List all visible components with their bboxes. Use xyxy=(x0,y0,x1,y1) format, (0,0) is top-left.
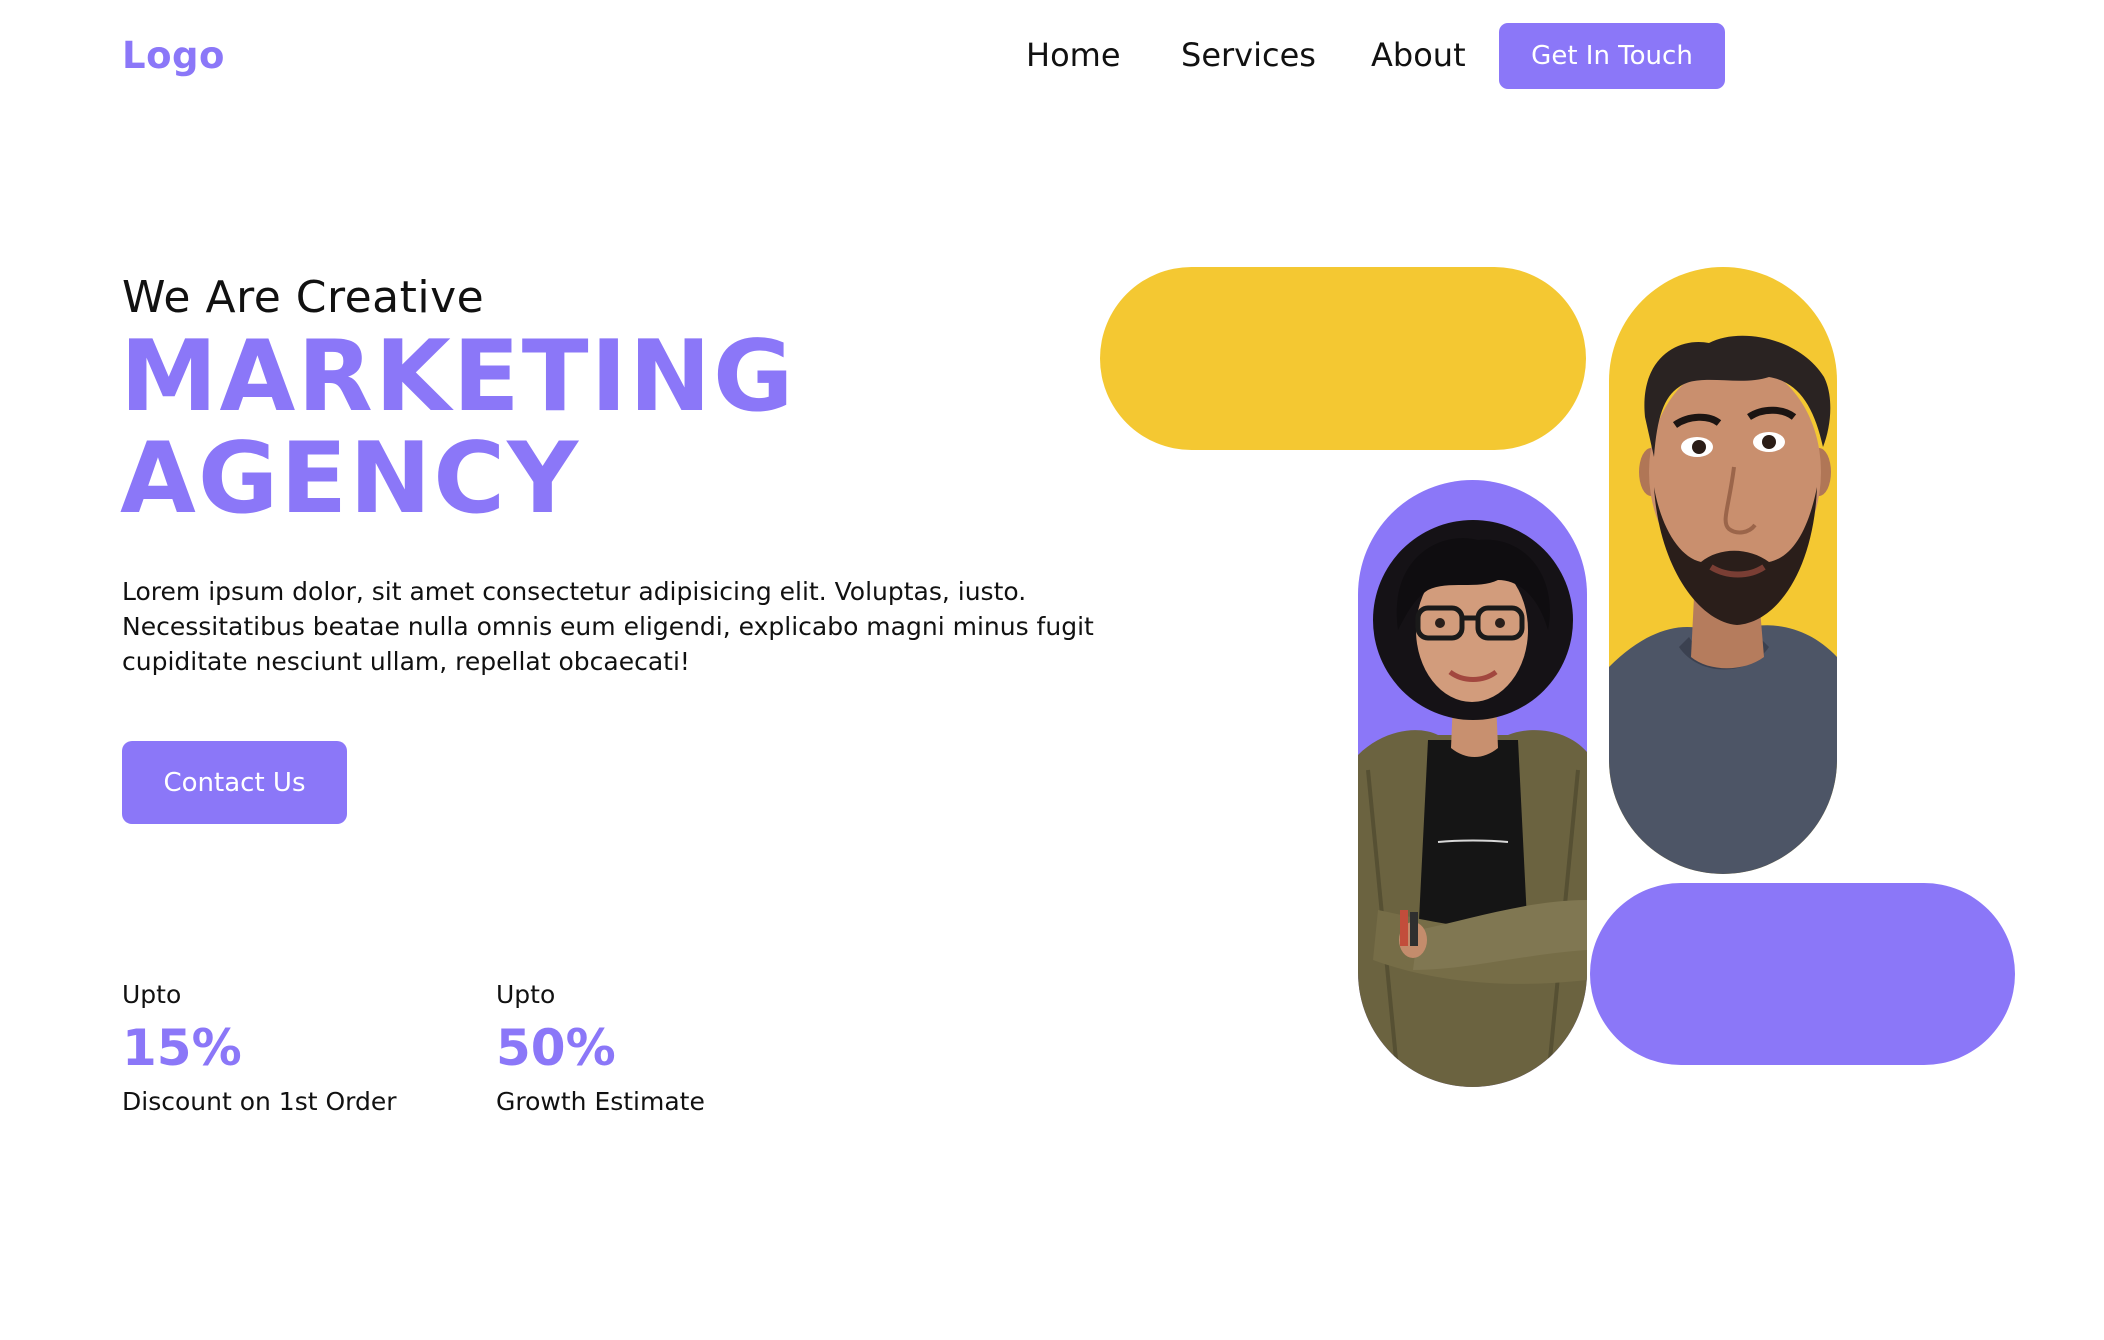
get-in-touch-button[interactable]: Get In Touch xyxy=(1499,23,1725,89)
woman-portrait-photo xyxy=(1358,520,1587,1087)
man-portrait-pill xyxy=(1609,267,1837,874)
stat-caption: Discount on 1st Order xyxy=(122,1087,397,1116)
stat-discount: Upto 15% Discount on 1st Order xyxy=(122,980,397,1116)
purple-horizontal-pill xyxy=(1590,883,2015,1065)
man-portrait-photo xyxy=(1609,335,1837,874)
landing-page: Logo Home Services About Get In Touch We… xyxy=(0,0,2104,1340)
nav-link-services[interactable]: Services xyxy=(1181,36,1316,74)
stat-prefix: Upto xyxy=(122,980,182,1009)
hero-intro: Lorem ipsum dolor, sit amet consectetur … xyxy=(122,577,1094,676)
yellow-horizontal-pill xyxy=(1100,267,1586,450)
nav-link-home[interactable]: Home xyxy=(1026,36,1121,74)
stat-growth: Upto 50% Growth Estimate xyxy=(496,980,705,1116)
headline-line-2: AGENCY xyxy=(120,422,581,536)
nav-link-about[interactable]: About xyxy=(1371,36,1466,74)
stat-prefix: Upto xyxy=(496,980,556,1009)
hero-headline: MARKETING AGENCY xyxy=(120,326,795,530)
woman-portrait-pill xyxy=(1358,480,1587,1087)
stat-value: 15% xyxy=(122,1019,242,1077)
stat-caption: Growth Estimate xyxy=(496,1087,705,1116)
stat-value: 50% xyxy=(496,1019,616,1077)
hero-eyebrow: We Are Creative xyxy=(122,272,485,323)
headline-line-1: MARKETING xyxy=(120,320,796,434)
contact-us-button[interactable]: Contact Us xyxy=(122,741,347,824)
logo[interactable]: Logo xyxy=(122,34,225,77)
